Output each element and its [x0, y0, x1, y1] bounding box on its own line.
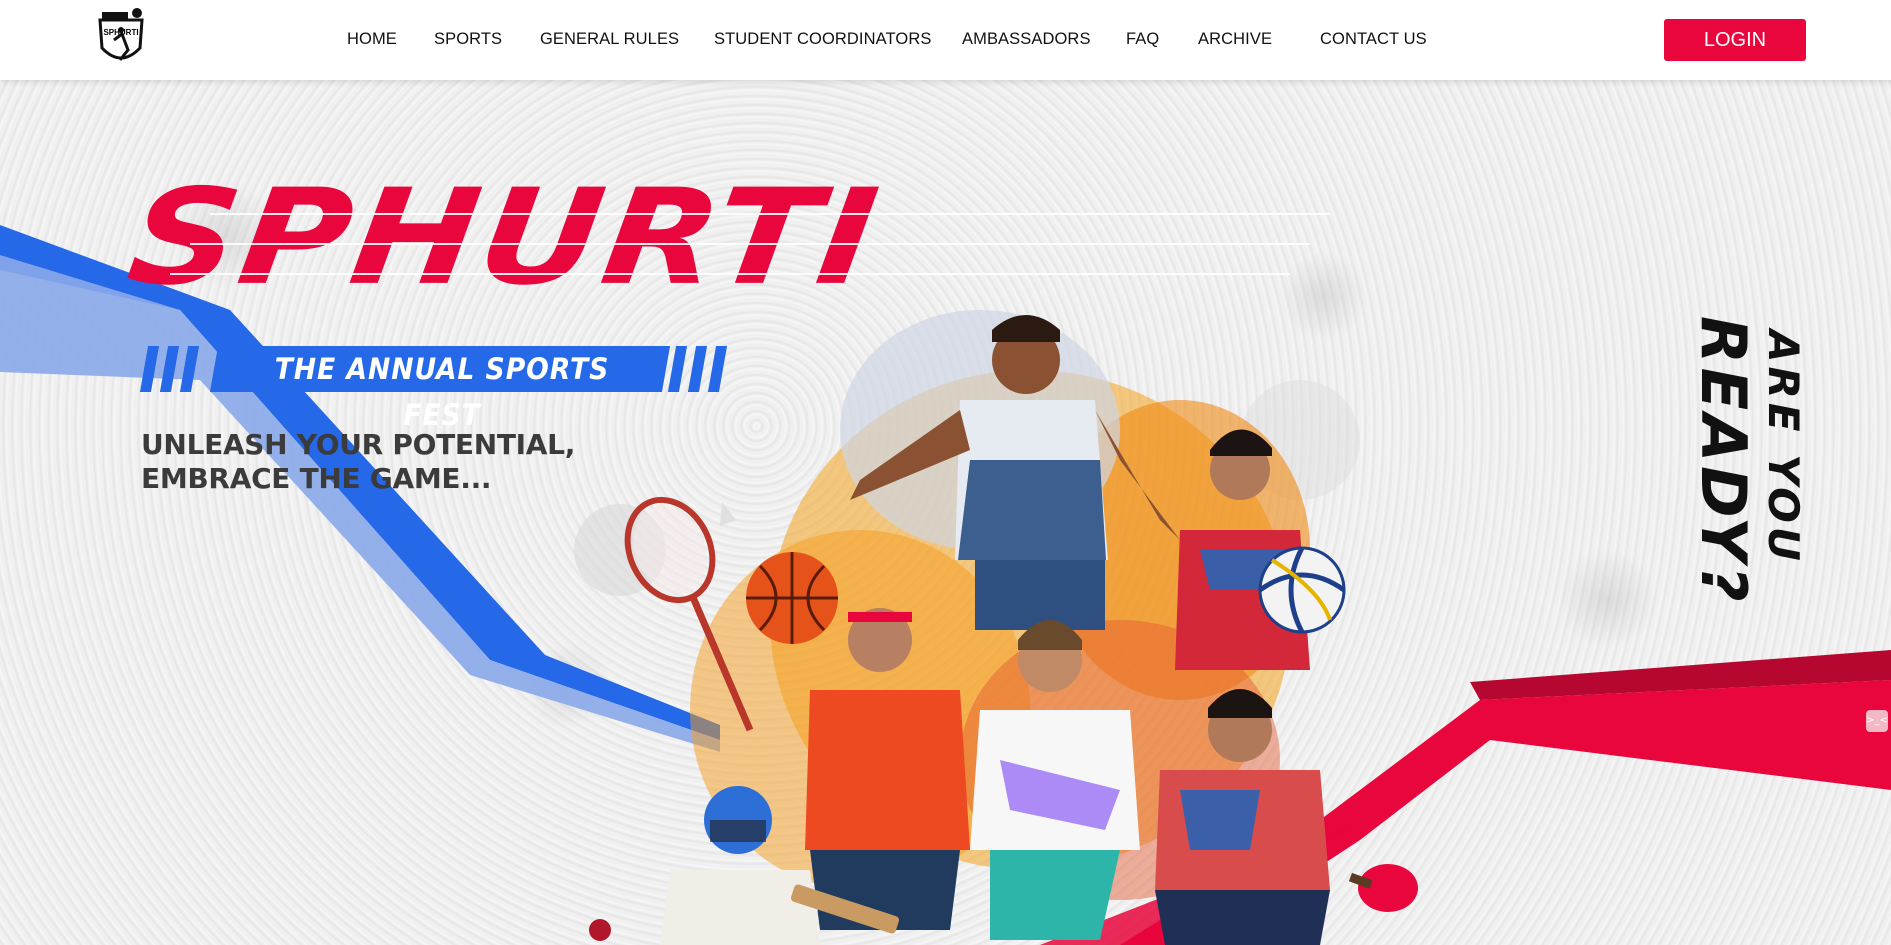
table-tennis-paddle-icon	[1348, 864, 1418, 912]
logo-text: SPHURTI	[103, 28, 139, 37]
nav-general-rules[interactable]: GENERAL RULES	[540, 30, 679, 49]
top-navbar: SPHURTI HOME SPORTS GENERAL RULES STUDEN…	[0, 0, 1891, 80]
hero-section: SPHURTI THE ANNUAL SPORTS FEST UNLEASH Y…	[0, 80, 1891, 945]
stripe	[707, 346, 728, 392]
tagline-text: THE ANNUAL SPORTS FEST	[274, 352, 610, 432]
slogan-line-2: EMBRACE THE GAME...	[141, 462, 492, 495]
stripe	[139, 346, 160, 392]
nav-sports[interactable]: SPORTS	[434, 30, 502, 49]
stripe	[159, 346, 180, 392]
stripe	[687, 346, 708, 392]
nav-student-coordinators[interactable]: STUDENT COORDINATORS	[714, 30, 931, 49]
ready-line-1: ARE YOU	[1759, 330, 1808, 565]
slogan-line-1: UNLEASH YOUR POTENTIAL,	[141, 428, 576, 461]
ready-line-2: READY?	[1687, 316, 1760, 606]
nav-ambassadors[interactable]: AMBASSADORS	[962, 30, 1091, 49]
hero-title: SPHURTI	[119, 161, 888, 315]
nav-faq[interactable]: FAQ	[1126, 30, 1159, 49]
expand-icon[interactable]: >_<	[1866, 710, 1888, 732]
nav-contact-us[interactable]: CONTACT US	[1320, 30, 1427, 49]
basketball-icon	[746, 552, 838, 644]
crest-icon	[98, 8, 144, 61]
sphurti-logo[interactable]: SPHURTI	[94, 6, 148, 72]
stripe	[667, 346, 688, 392]
stripe	[179, 346, 200, 392]
tagline-banner: THE ANNUAL SPORTS FEST	[139, 346, 732, 432]
volleyball-icon	[1258, 546, 1346, 634]
nav-archive[interactable]: ARCHIVE	[1198, 30, 1272, 49]
hero-slogan: UNLEASH YOUR POTENTIAL, EMBRACE THE GAME…	[141, 428, 575, 496]
login-button[interactable]: LOGIN	[1664, 19, 1806, 61]
nav-home[interactable]: HOME	[347, 30, 397, 49]
are-you-ready-text: ARE YOU READY?	[1687, 238, 1820, 738]
